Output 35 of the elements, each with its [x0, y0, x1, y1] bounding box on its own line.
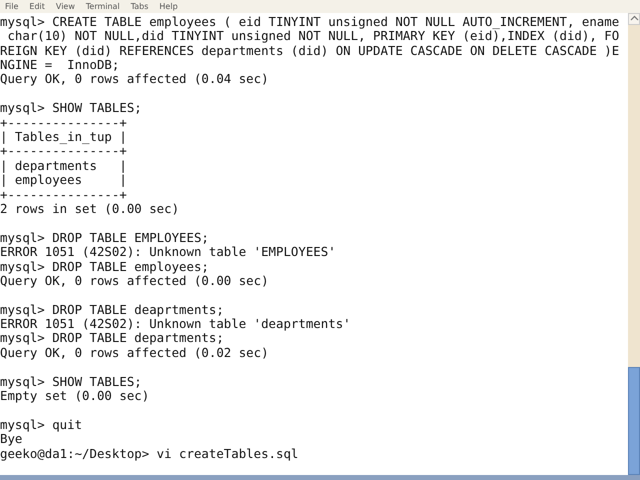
terminal-line: Query OK, 0 rows affected (0.04 sec) — [0, 72, 270, 87]
terminal-line: ERROR 1051 (42S02): Unknown table 'deaprtments' — [0, 317, 352, 332]
terminal-line: | departments | — [0, 158, 128, 174]
terminal-line: geeko@da1:~/Desktop> vi createTables.sql — [0, 446, 300, 461]
menu-item[interactable]: Help — [159, 2, 178, 11]
terminal-line: mysql> SHOW TABLES; — [0, 101, 143, 116]
terminal-line: mysql> DROP TABLE departments; — [0, 331, 225, 346]
terminal-line: Empty set (0.00 sec) — [0, 389, 150, 404]
terminal-line: Query OK, 0 rows affected (0.00 sec) — [0, 274, 270, 288]
terminal-line: | employees | — [0, 173, 128, 188]
terminal-line: Bye — [0, 432, 22, 447]
menu-item[interactable]: View — [56, 2, 75, 11]
terminal-line: +---------------+ — [0, 144, 128, 159]
terminal-line: NGINE = InnoDB; — [0, 58, 120, 72]
terminal-line: mysql> DROP TABLE deaprtments; — [0, 302, 225, 318]
terminal-line: ERROR 1051 (42S02): Unknown table 'EMPLOYEES' — [0, 245, 337, 260]
terminal-line: mysql> quit — [0, 418, 84, 432]
terminal-line: mysql> CREATE TABLE employees ( eid TINYINT unsigned NOT NULL AUTO_INCREMENT, ename — [0, 14, 620, 30]
terminal-line: mysql> DROP TABLE employees; — [0, 260, 210, 274]
menu-item[interactable]: Tabs — [130, 2, 148, 11]
terminal-line: char(10) NOT NULL,did TINYINT unsigned NOT NULL, PRIMARY KEY (eid),INDEX (did), FO — [7, 29, 620, 44]
scroll-thumb[interactable] — [628, 367, 640, 476]
terminal-line: +---------------+ — [0, 188, 128, 202]
terminal-line: Query OK, 0 rows affected (0.02 sec) — [0, 346, 270, 360]
terminal-line: | Tables_in_tup | — [0, 130, 128, 144]
terminal-line: 2 rows in set (0.00 sec) — [0, 202, 180, 216]
menu-item[interactable]: Edit — [29, 2, 45, 11]
terminal-line: mysql> DROP TABLE EMPLOYEES; — [0, 230, 210, 246]
terminal-line: REIGN KEY (did) REFERENCES departments (did) ON UPDATE CASCADE ON DELETE CASCADE )E — [0, 44, 620, 58]
terminal-line: mysql> SHOW TABLES; — [0, 374, 143, 390]
scrollbar[interactable] — [628, 12, 640, 476]
scroll-up-icon[interactable] — [628, 12, 640, 25]
menu-item[interactable]: Terminal — [86, 2, 120, 11]
menu-item[interactable]: File — [5, 2, 18, 11]
terminal-line: +---------------+ — [0, 116, 128, 130]
